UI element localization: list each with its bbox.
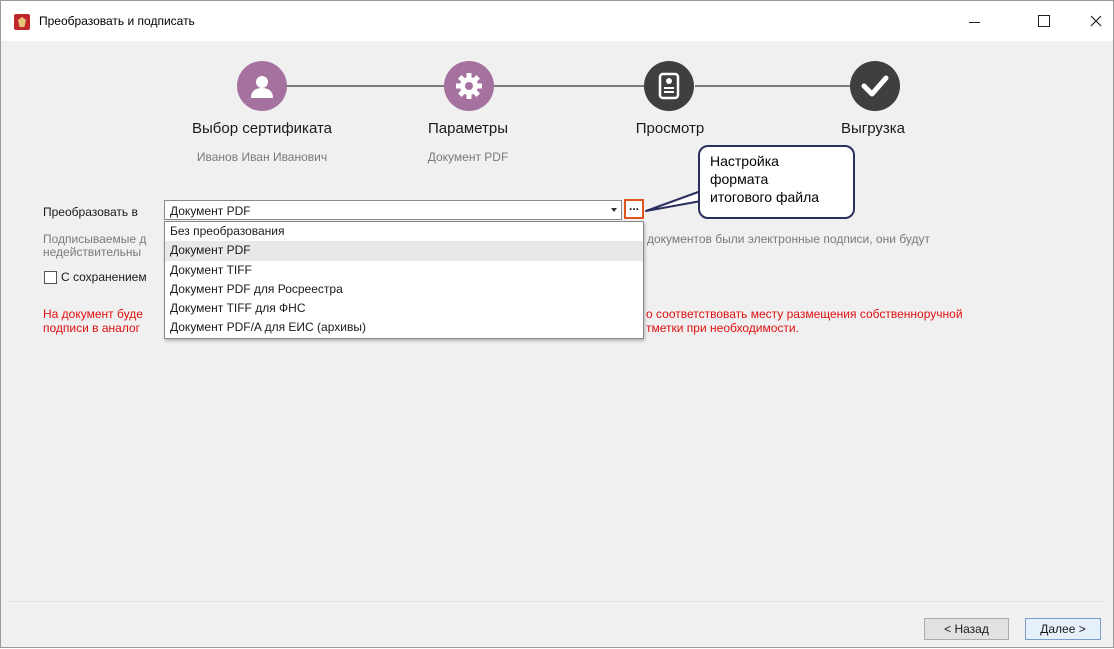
info-text-line1-rest: документов были электронные подписи, они… xyxy=(647,232,930,246)
format-dropdown-list: Без преобразования Документ PDF Документ… xyxy=(164,221,644,339)
warning-line1-end: о соответствовать месту размещения собст… xyxy=(646,307,963,321)
convert-format-value: Документ PDF xyxy=(170,204,251,218)
minimize-button[interactable] xyxy=(951,1,997,41)
convert-format-select[interactable]: Документ PDF xyxy=(164,200,622,220)
step-4-circle xyxy=(850,61,900,111)
callout-line3: итогового файла xyxy=(710,189,820,205)
step-1-title: Выбор сертификата xyxy=(191,120,333,137)
dropdown-option-selected[interactable]: Документ PDF xyxy=(165,241,643,261)
dropdown-option[interactable]: Документ PDF для Росреестра xyxy=(165,280,643,299)
keep-checkbox[interactable] xyxy=(44,271,57,284)
warning-line1-start: На документ буде xyxy=(43,307,143,321)
app-logo-icon xyxy=(14,14,30,30)
callout-line2: формата xyxy=(710,171,769,187)
title-bar: Преобразовать и подписать xyxy=(1,1,1113,41)
certificate-document-icon xyxy=(658,72,680,100)
dropdown-option[interactable]: Документ PDF/A для ЕИС (архивы) xyxy=(165,318,643,337)
back-button[interactable]: < Назад xyxy=(924,618,1009,640)
user-icon xyxy=(251,76,273,98)
step-3-title: Просмотр xyxy=(635,120,705,137)
format-settings-button[interactable]: ... xyxy=(624,199,644,219)
step-4-title: Выгрузка xyxy=(840,120,906,137)
dialog-window: Преобразовать и подписать Выбор сертифик… xyxy=(0,0,1114,648)
convert-label: Преобразовать в xyxy=(43,205,138,219)
step-connector xyxy=(695,85,855,87)
step-2-subtitle: Документ PDF xyxy=(427,150,509,164)
window-title: Преобразовать и подписать xyxy=(39,14,195,28)
step-3-circle xyxy=(644,61,694,111)
step-2-title: Параметры xyxy=(428,120,508,137)
close-button[interactable] xyxy=(1073,1,1114,41)
step-connector xyxy=(286,85,446,87)
callout-tooltip: Настройка формата итогового файла xyxy=(698,145,855,219)
dropdown-option[interactable]: Документ TIFF xyxy=(165,261,643,280)
close-icon xyxy=(1090,15,1102,27)
dropdown-option[interactable]: Документ TIFF для ФНС xyxy=(165,299,643,318)
checkmark-icon xyxy=(861,75,889,97)
info-text-line2: недействительны xyxy=(43,245,142,259)
footer-divider xyxy=(9,601,1105,602)
warning-line2-end: тметки при необходимости. xyxy=(646,321,799,335)
step-1-subtitle: Иванов Иван Иванович xyxy=(196,150,328,164)
callout-line1: Настройка xyxy=(710,153,779,169)
keep-checkbox-label: С сохранением xyxy=(61,270,147,284)
maximize-button[interactable] xyxy=(1021,1,1067,41)
chevron-down-icon xyxy=(611,208,617,212)
next-button[interactable]: Далее > xyxy=(1025,618,1101,640)
step-1-circle xyxy=(237,61,287,111)
step-2-circle xyxy=(444,61,494,111)
gear-icon xyxy=(456,73,482,99)
step-connector xyxy=(493,85,647,87)
warning-line2-start: подписи в аналог xyxy=(43,321,141,335)
dropdown-option[interactable]: Без преобразования xyxy=(165,222,643,241)
